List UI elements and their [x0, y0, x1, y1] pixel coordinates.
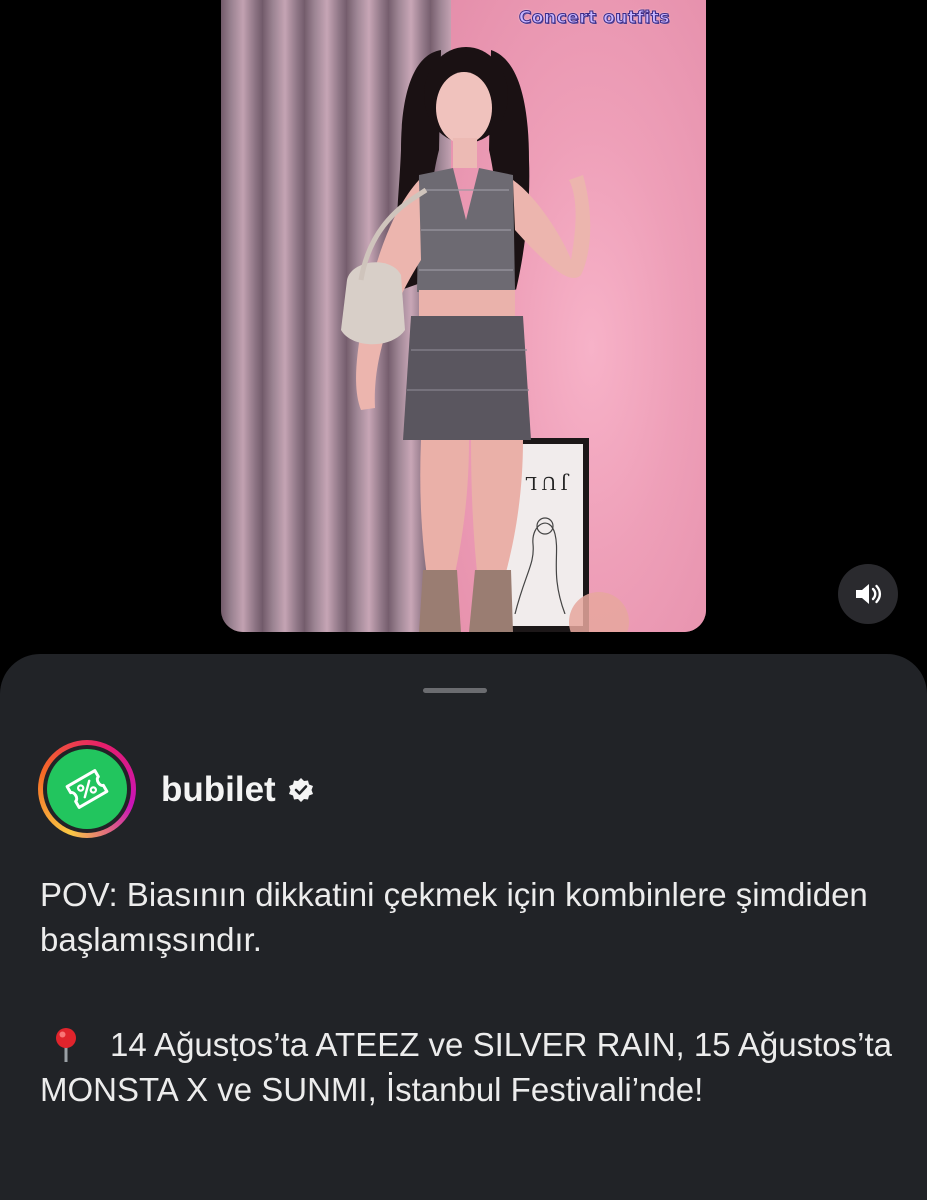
concert-outfits-sticker: Concert outfits: [518, 8, 670, 29]
speaker-icon: [856, 584, 882, 604]
post-caption: POV: Biasının dikkatini çekmek için komb…: [40, 872, 900, 1112]
mute-toggle-button[interactable]: [838, 564, 898, 624]
post-info-sheet: bubilet POV: Biasının dikkatini çekmek i…: [0, 654, 927, 1200]
username-link[interactable]: bubilet: [161, 770, 276, 810]
caption-paragraph-1: POV: Biasının dikkatini çekmek için komb…: [40, 876, 868, 958]
caption-event-text: 14 Ağusṭos’ta ATEEZ ve SILVER RAIN, 15 A…: [40, 1026, 893, 1108]
username-row: bubilet: [161, 770, 314, 810]
verified-badge-icon: [288, 777, 314, 803]
pin-icon: [56, 1028, 76, 1062]
reel-viewer: JULI Concert outfits bubilet POV: Biasın…: [0, 0, 927, 1200]
sheet-drag-handle[interactable]: [423, 688, 487, 693]
profile-avatar[interactable]: [47, 749, 127, 829]
ticket-percent-icon: [65, 769, 109, 809]
person-figure: [341, 47, 591, 632]
video-player[interactable]: JULI Concert outfits: [221, 0, 706, 632]
caption-paragraph-2: 14 Ağusṭos’ta ATEEZ ve SILVER RAIN, 15 A…: [40, 1022, 900, 1112]
story-ring[interactable]: [38, 740, 136, 838]
